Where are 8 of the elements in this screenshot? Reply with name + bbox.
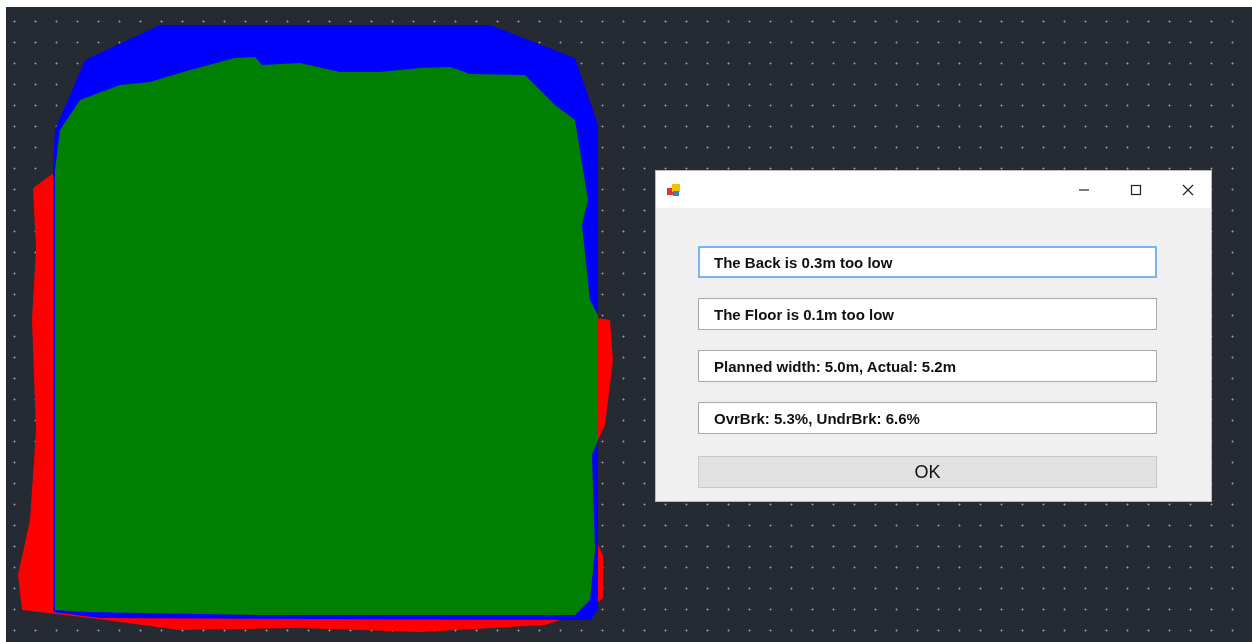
close-icon [1181, 183, 1195, 196]
text-field[interactable]: OvrBrk: 5.3%, UndrBrk: 6.6% [698, 402, 1157, 434]
ok-button[interactable]: OK [698, 456, 1157, 488]
maximize-icon [1129, 183, 1143, 196]
text-field[interactable]: Planned width: 5.0m, Actual: 5.2m [698, 350, 1157, 382]
text-field[interactable]: The Floor is 0.1m too low [698, 298, 1157, 330]
text-field[interactable]: The Back is 0.3m too low [698, 246, 1157, 278]
app-icon [666, 181, 682, 198]
